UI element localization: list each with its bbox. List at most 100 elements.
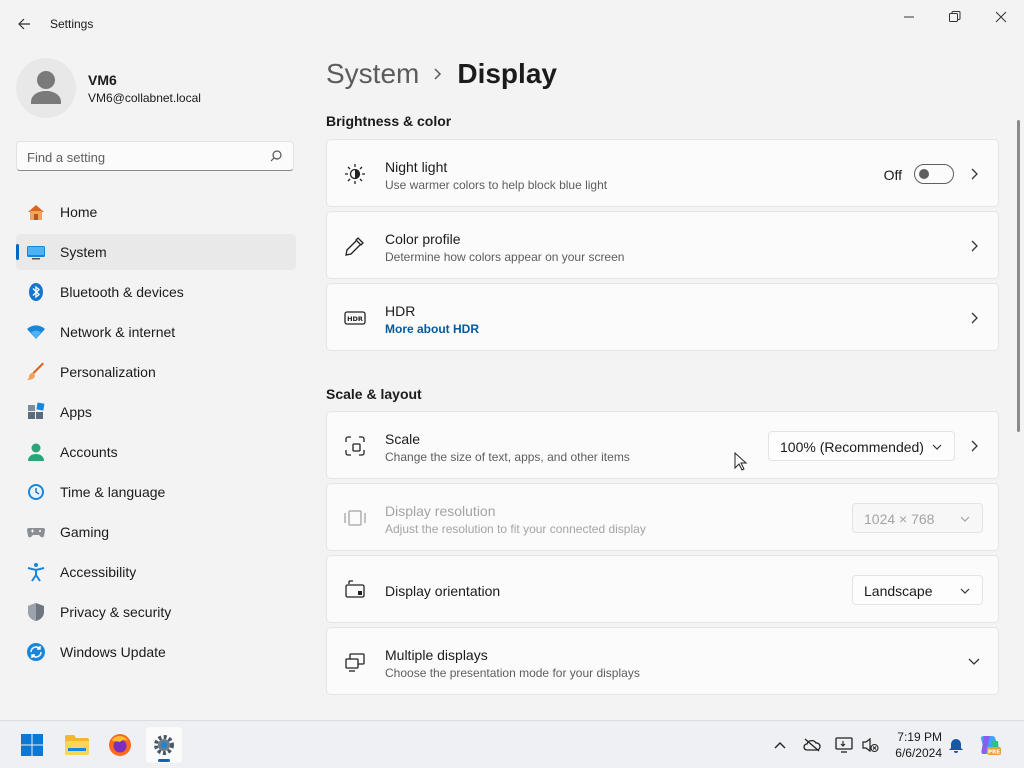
update-icon	[26, 642, 46, 662]
scale-dropdown[interactable]: 100% (Recommended)	[768, 431, 955, 461]
chevron-down-icon	[960, 516, 970, 522]
search-input[interactable]: Find a setting	[16, 141, 294, 171]
display-tray-button[interactable]	[832, 733, 856, 757]
sidebar-item-network[interactable]: Network & internet	[16, 314, 296, 350]
color-profile-title: Color profile	[385, 231, 461, 247]
sidebar-item-gaming[interactable]: Gaming	[16, 514, 296, 550]
resolution-value: 1024 × 768	[864, 511, 935, 527]
multiple-displays-card[interactable]: Multiple displays Choose the presentatio…	[326, 627, 999, 695]
firefox-icon	[109, 734, 131, 756]
system-icon	[26, 242, 46, 262]
copilot-button[interactable]: PRE	[978, 733, 1002, 757]
brush-icon	[26, 362, 46, 382]
section-title-scale: Scale & layout	[326, 386, 422, 402]
sidebar-item-system[interactable]: System	[16, 234, 296, 270]
sidebar-item-label: Gaming	[60, 524, 110, 540]
start-button[interactable]	[14, 727, 50, 763]
gear-icon	[154, 735, 174, 755]
resolution-dropdown: 1024 × 768	[852, 503, 983, 533]
chevron-right-icon	[968, 240, 980, 252]
multiple-displays-title: Multiple displays	[385, 647, 488, 663]
sidebar-item-bluetooth[interactable]: Bluetooth & devices	[16, 274, 296, 310]
svg-text:PRE: PRE	[988, 750, 1000, 756]
section-title-brightness: Brightness & color	[326, 113, 452, 129]
display-resolution-subtitle: Adjust the resolution to fit your connec…	[385, 522, 646, 536]
accounts-icon	[26, 442, 46, 462]
sidebar-item-accounts[interactable]: Accounts	[16, 434, 296, 470]
hdr-more-link[interactable]: More about HDR	[385, 322, 479, 336]
sidebar-item-label: Personalization	[60, 364, 156, 380]
sidebar-item-time-language[interactable]: Time & language	[16, 474, 296, 510]
notifications-button[interactable]	[944, 733, 968, 757]
onedrive-button[interactable]	[800, 733, 824, 757]
chevron-down-icon[interactable]	[968, 656, 980, 668]
hdr-card[interactable]: HDR HDR More about HDR	[326, 283, 999, 351]
chevron-down-icon	[960, 588, 970, 594]
copilot-icon: PRE	[980, 736, 1001, 756]
bell-icon	[949, 739, 963, 753]
firefox-button[interactable]	[102, 727, 138, 763]
scale-subtitle: Change the size of text, apps, and other…	[385, 450, 630, 464]
sidebar-item-label: Apps	[60, 404, 92, 420]
sidebar-item-label: Time & language	[60, 484, 166, 500]
minimize-icon	[904, 16, 914, 18]
display-orientation-title: Display orientation	[385, 583, 501, 599]
resolution-icon	[343, 506, 367, 530]
back-arrow-icon	[18, 18, 30, 30]
file-explorer-button[interactable]	[59, 727, 95, 763]
display-orientation-card[interactable]: Display orientation Landscape	[326, 555, 999, 623]
taskbar: 7:19 PM 6/6/2024 PRE	[0, 720, 1024, 768]
sidebar-item-personalization[interactable]: Personalization	[16, 354, 296, 390]
app-title: Settings	[50, 17, 94, 31]
maximize-button[interactable]	[932, 6, 978, 28]
sidebar-item-label: Network & internet	[60, 324, 176, 340]
sidebar-item-label: Accessibility	[60, 564, 137, 580]
sidebar-item-label: Privacy & security	[60, 604, 172, 620]
bluetooth-icon	[26, 282, 46, 302]
hdr-icon: HDR	[343, 306, 367, 330]
toggle-knob	[919, 169, 929, 179]
sidebar-item-home[interactable]: Home	[16, 194, 296, 230]
sidebar-item-privacy-security[interactable]: Privacy & security	[16, 594, 296, 630]
close-button[interactable]	[978, 6, 1024, 28]
close-icon	[995, 11, 1007, 23]
search-placeholder: Find a setting	[27, 150, 106, 165]
breadcrumb-parent[interactable]: System	[326, 58, 419, 90]
sidebar-item-apps[interactable]: Apps	[16, 394, 296, 430]
user-email: VM6@collabnet.local	[88, 91, 201, 105]
sidebar-item-label: System	[60, 244, 107, 260]
volume-tray-button[interactable]	[858, 733, 882, 757]
user-profile[interactable]: VM6 VM6@collabnet.local	[16, 56, 296, 120]
sidebar-item-label: Bluetooth & devices	[60, 284, 184, 300]
multiple-displays-subtitle: Choose the presentation mode for your di…	[385, 666, 640, 680]
sidebar-item-label: Accounts	[60, 444, 118, 460]
back-button[interactable]	[12, 12, 36, 36]
night-light-title: Night light	[385, 159, 448, 175]
gaming-icon	[26, 522, 46, 542]
restore-icon	[949, 11, 961, 22]
sidebar-item-accessibility[interactable]: Accessibility	[16, 554, 296, 590]
color-profile-subtitle: Determine how colors appear on your scre…	[385, 250, 625, 264]
sidebar-item-label: Windows Update	[60, 644, 166, 660]
time-icon	[26, 482, 46, 502]
chevron-right-icon	[968, 440, 980, 452]
sidebar-item-windows-update[interactable]: Windows Update	[16, 634, 296, 670]
color-profile-card[interactable]: Color profile Determine how colors appea…	[326, 211, 999, 279]
clock-time: 7:19 PM	[897, 730, 942, 744]
chevron-right-icon	[968, 168, 980, 180]
scrollbar[interactable]	[1017, 120, 1020, 432]
title-bar: Settings	[0, 0, 1024, 48]
minimize-button[interactable]	[886, 6, 932, 28]
scale-card[interactable]: Scale Change the size of text, apps, and…	[326, 411, 999, 479]
orientation-dropdown[interactable]: Landscape	[852, 575, 983, 605]
eyedropper-icon	[343, 234, 367, 258]
user-name: VM6	[88, 72, 117, 88]
tray-overflow-button[interactable]	[768, 733, 792, 757]
search-icon	[270, 150, 282, 162]
night-light-card[interactable]: Night light Use warmer colors to help bl…	[326, 139, 999, 207]
taskbar-clock[interactable]: 7:19 PM 6/6/2024	[884, 729, 942, 761]
sidebar-item-label: Home	[60, 204, 98, 220]
settings-taskbar-button[interactable]	[146, 727, 182, 763]
night-light-toggle[interactable]	[914, 164, 954, 184]
sidebar-nav: Home System Bluetooth & devices Network …	[16, 194, 296, 674]
